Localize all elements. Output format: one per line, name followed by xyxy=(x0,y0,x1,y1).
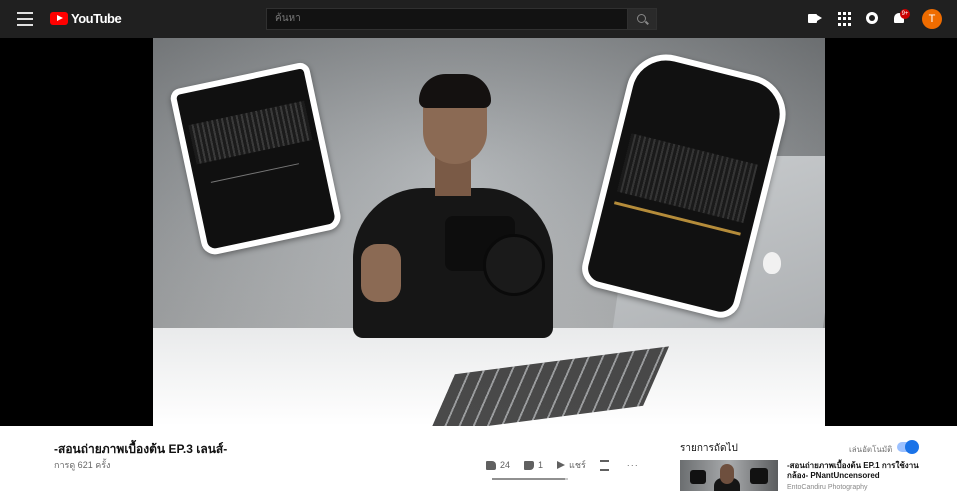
apple-logo-graphic xyxy=(763,252,781,274)
search-input[interactable]: ค้นหา xyxy=(266,8,628,30)
playlist-add-icon xyxy=(599,459,609,471)
view-count: การดู 621 ครั้ง xyxy=(54,460,111,470)
like-count: 24 xyxy=(500,460,511,470)
up-next-channel-name[interactable]: EntoCandiru Photography xyxy=(787,484,868,491)
youtube-logo[interactable]: YouTube xyxy=(50,11,122,26)
notification-badge: 9+ xyxy=(900,9,910,19)
search-button[interactable] xyxy=(627,8,657,30)
like-dislike-ratio-bar xyxy=(492,478,568,480)
video-frame[interactable] xyxy=(153,38,825,426)
menu-icon[interactable] xyxy=(17,12,33,26)
thumbs-down-icon xyxy=(524,460,535,470)
dislike-count: 1 xyxy=(538,460,544,470)
messages-icon[interactable] xyxy=(866,12,880,26)
share-button[interactable]: แชร์ xyxy=(557,458,586,472)
video-actions: 24 1 แชร์ ··· xyxy=(486,458,653,472)
avatar[interactable]: T xyxy=(922,9,942,29)
masthead: YouTube ค้นหา 9+ T xyxy=(0,0,957,38)
camera-lens-graphic xyxy=(483,234,545,296)
like-button[interactable]: 24 xyxy=(486,460,510,470)
dislike-button[interactable]: 1 xyxy=(524,460,543,470)
autoplay-toggle[interactable] xyxy=(897,440,919,454)
thumbs-up-icon xyxy=(486,460,496,470)
up-next-thumbnail[interactable] xyxy=(680,460,778,491)
save-button[interactable] xyxy=(599,459,613,471)
video-player[interactable] xyxy=(0,38,957,426)
video-title: -สอนถ่ายภาพเบื้องต้น EP.3 เลนส์- xyxy=(54,442,228,456)
logo-text: YouTube xyxy=(71,11,122,26)
share-label: แชร์ xyxy=(569,460,586,470)
up-next-heading: รายการถัดไป xyxy=(680,443,738,454)
share-icon xyxy=(557,461,566,469)
presenter-hand xyxy=(361,244,401,302)
apps-grid-icon[interactable] xyxy=(838,12,852,26)
search-icon xyxy=(637,14,646,23)
like-ratio-fill xyxy=(492,478,565,480)
up-next-video-title[interactable]: -สอนถ่ายภาพเบื้องต้น EP.1 การใช้งานกล้อง… xyxy=(787,461,927,481)
create-video-icon[interactable] xyxy=(808,12,822,26)
youtube-play-icon xyxy=(50,12,68,25)
autoplay-label: เล่นอัตโนมัติ xyxy=(849,445,893,454)
more-actions-button[interactable]: ··· xyxy=(627,460,639,470)
